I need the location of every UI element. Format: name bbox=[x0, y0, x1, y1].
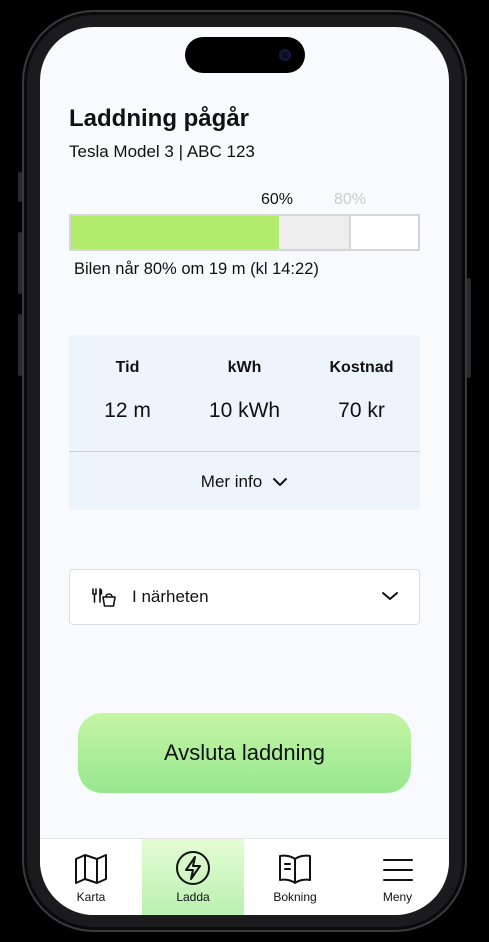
more-info-button[interactable]: Mer info bbox=[69, 453, 420, 510]
end-charging-button[interactable]: Avsluta laddning bbox=[78, 713, 411, 793]
stat-kwh-header: kWh bbox=[227, 359, 262, 376]
hamburger-menu-icon bbox=[382, 859, 413, 881]
more-info-label: Mer info bbox=[200, 471, 263, 491]
charge-progress-fill bbox=[71, 216, 279, 249]
nearby-dropdown[interactable]: I närheten bbox=[69, 569, 420, 625]
book-icon bbox=[279, 854, 311, 884]
nearby-label: I närheten bbox=[132, 587, 209, 606]
restaurant-shopping-icon bbox=[92, 588, 116, 607]
tab-meny-label: Meny bbox=[382, 890, 413, 904]
tab-ladda-label: Ladda bbox=[176, 890, 210, 904]
charge-progress-bar bbox=[69, 214, 420, 251]
map-icon bbox=[75, 854, 107, 884]
lightning-icon bbox=[176, 851, 210, 885]
camera-icon bbox=[279, 49, 291, 61]
tab-ladda[interactable]: Ladda bbox=[142, 839, 244, 915]
tab-meny[interactable]: Meny bbox=[346, 839, 449, 915]
charge-progress-remaining bbox=[279, 216, 349, 249]
tab-bokning[interactable]: Bokning bbox=[244, 839, 346, 915]
charge-target-marker bbox=[349, 216, 351, 249]
stat-time-value: 12 m bbox=[104, 399, 151, 422]
app-screen: Laddning pågår Tesla Model 3 | ABC 123 6… bbox=[40, 27, 449, 915]
bottom-tab-bar: Karta Ladda Bokning Meny bbox=[40, 838, 449, 915]
current-charge-percent: 60% bbox=[261, 191, 294, 208]
dynamic-island bbox=[185, 37, 305, 73]
chevron-down-icon bbox=[382, 592, 398, 600]
tab-bokning-label: Bokning bbox=[273, 890, 317, 904]
eta-text: Bilen når 80% om 19 m (kl 14:22) bbox=[74, 260, 319, 278]
vehicle-subtitle: Tesla Model 3 | ABC 123 bbox=[69, 142, 255, 161]
tab-karta-label: Karta bbox=[76, 890, 106, 904]
charging-stats-card: Tid 12 m kWh 10 kWh Kostnad 70 kr Mer in… bbox=[69, 335, 420, 510]
stat-cost-value: 70 kr bbox=[338, 399, 385, 422]
tab-karta[interactable]: Karta bbox=[40, 839, 142, 915]
stats-divider bbox=[69, 451, 420, 452]
phone-power-button bbox=[467, 278, 471, 378]
phone-volume-down-button bbox=[18, 314, 22, 376]
page-title: Laddning pågår bbox=[69, 105, 249, 132]
stat-time-header: Tid bbox=[115, 359, 140, 376]
phone-side-button bbox=[18, 172, 22, 202]
phone-volume-up-button bbox=[18, 232, 22, 294]
stat-cost-header: Kostnad bbox=[329, 359, 394, 376]
target-charge-percent: 80% bbox=[334, 191, 367, 208]
stat-kwh-value: 10 kWh bbox=[208, 399, 281, 422]
chevron-down-icon bbox=[273, 477, 288, 486]
